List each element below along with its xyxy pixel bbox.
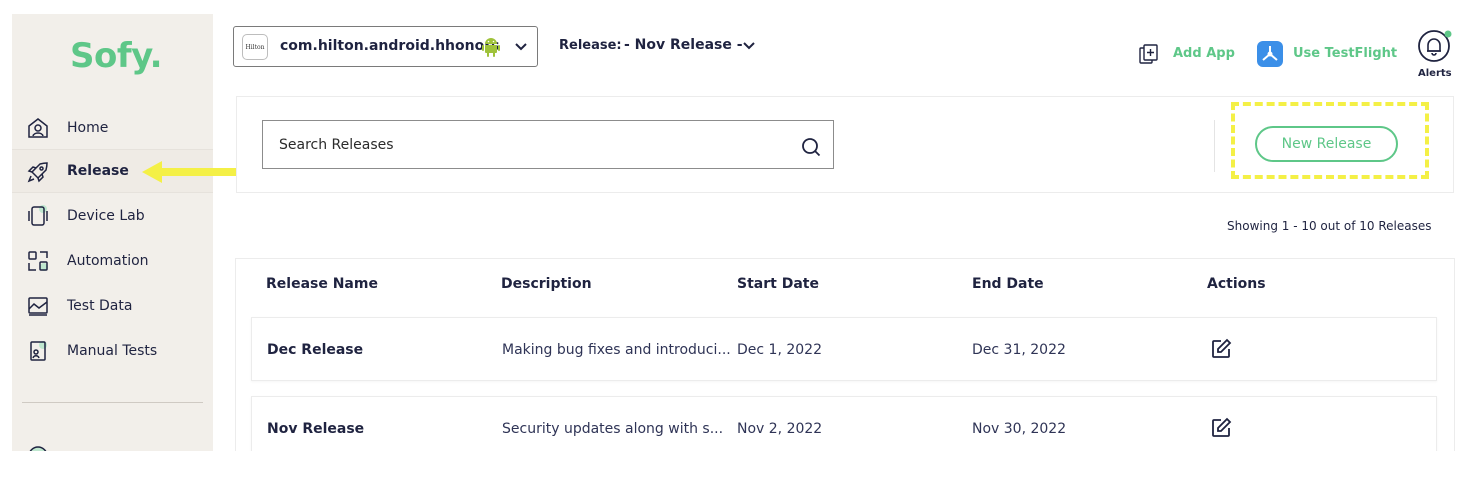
- automation-icon: [28, 251, 48, 271]
- android-icon: [482, 38, 500, 57]
- sidebar-item-automation[interactable]: Automation: [12, 239, 213, 283]
- chevron-down-icon: [515, 43, 527, 51]
- new-release-button[interactable]: New Release: [1255, 126, 1398, 162]
- release-label: Release:: [559, 38, 622, 53]
- sidebar-item-label: Manual Tests: [67, 343, 158, 359]
- add-app-icon[interactable]: [1138, 43, 1160, 65]
- rocket-icon: [27, 162, 48, 183]
- pagination-summary: Showing 1 - 10 out of 10 Releases: [1227, 219, 1432, 233]
- description-cell: Security updates along with s...: [502, 421, 724, 437]
- device-icon: [28, 205, 48, 226]
- release-dropdown[interactable]: - Nov Release -: [624, 37, 743, 53]
- help-icon[interactable]: [26, 444, 50, 451]
- screenshot-crop-edge: [0, 451, 1474, 504]
- sidebar-item-test-data[interactable]: Test Data: [12, 284, 213, 328]
- chevron-down-icon[interactable]: [742, 39, 756, 53]
- column-header-release-name[interactable]: Release Name: [266, 276, 378, 292]
- app-name: com.hilton.android.hhonors: [280, 38, 500, 54]
- home-icon: [28, 118, 48, 138]
- release-name-cell[interactable]: Dec Release: [267, 342, 363, 358]
- manual-tests-icon: [30, 341, 47, 361]
- sidebar-item-manual-tests[interactable]: Manual Tests: [12, 329, 213, 373]
- app-selector[interactable]: Hilton com.hilton.android.hhonors: [233, 26, 538, 67]
- panel-divider: [1214, 120, 1215, 172]
- description-cell: Making bug fixes and introduci...: [502, 342, 731, 358]
- release-name-cell[interactable]: Nov Release: [267, 421, 364, 437]
- column-header-actions: Actions: [1207, 276, 1266, 292]
- sidebar-item-home[interactable]: Home: [12, 106, 213, 150]
- highlight-arrow-icon: [142, 161, 238, 183]
- sidebar-item-label: Home: [67, 120, 109, 136]
- search-placeholder: Search Releases: [279, 137, 394, 153]
- start-date-cell: Dec 1, 2022: [737, 342, 822, 358]
- search-icon[interactable]: [801, 137, 821, 157]
- sidebar-item-label: Automation: [67, 253, 149, 269]
- sofy-logo[interactable]: Sofy.: [70, 36, 163, 76]
- bell-icon[interactable]: [1418, 30, 1452, 64]
- sidebar: Sofy. Home Release Device Lab Automation…: [12, 14, 213, 451]
- use-testflight-button[interactable]: Use TestFlight: [1293, 46, 1397, 61]
- start-date-cell: Nov 2, 2022: [737, 421, 823, 437]
- end-date-cell: Dec 31, 2022: [972, 342, 1066, 358]
- sidebar-item-label: Test Data: [67, 298, 133, 314]
- table-row[interactable]: Dec Release Making bug fixes and introdu…: [251, 317, 1437, 381]
- testflight-icon[interactable]: [1257, 41, 1283, 67]
- column-header-description[interactable]: Description: [501, 276, 592, 292]
- sidebar-divider: [22, 402, 203, 403]
- column-header-end-date[interactable]: End Date: [972, 276, 1044, 292]
- end-date-cell: Nov 30, 2022: [972, 421, 1067, 437]
- search-input[interactable]: Search Releases: [262, 120, 834, 169]
- sidebar-item-label: Release: [67, 163, 129, 179]
- sidebar-item-label: Device Lab: [67, 208, 145, 224]
- sidebar-item-device-lab[interactable]: Device Lab: [12, 194, 213, 238]
- app-logo: Hilton: [242, 34, 268, 60]
- edit-icon[interactable]: [1210, 338, 1232, 360]
- add-app-button[interactable]: Add App: [1173, 46, 1235, 61]
- alerts-label: Alerts: [1418, 68, 1452, 79]
- edit-icon[interactable]: [1210, 417, 1232, 439]
- column-header-start-date[interactable]: Start Date: [737, 276, 819, 292]
- test-data-icon: [28, 297, 48, 316]
